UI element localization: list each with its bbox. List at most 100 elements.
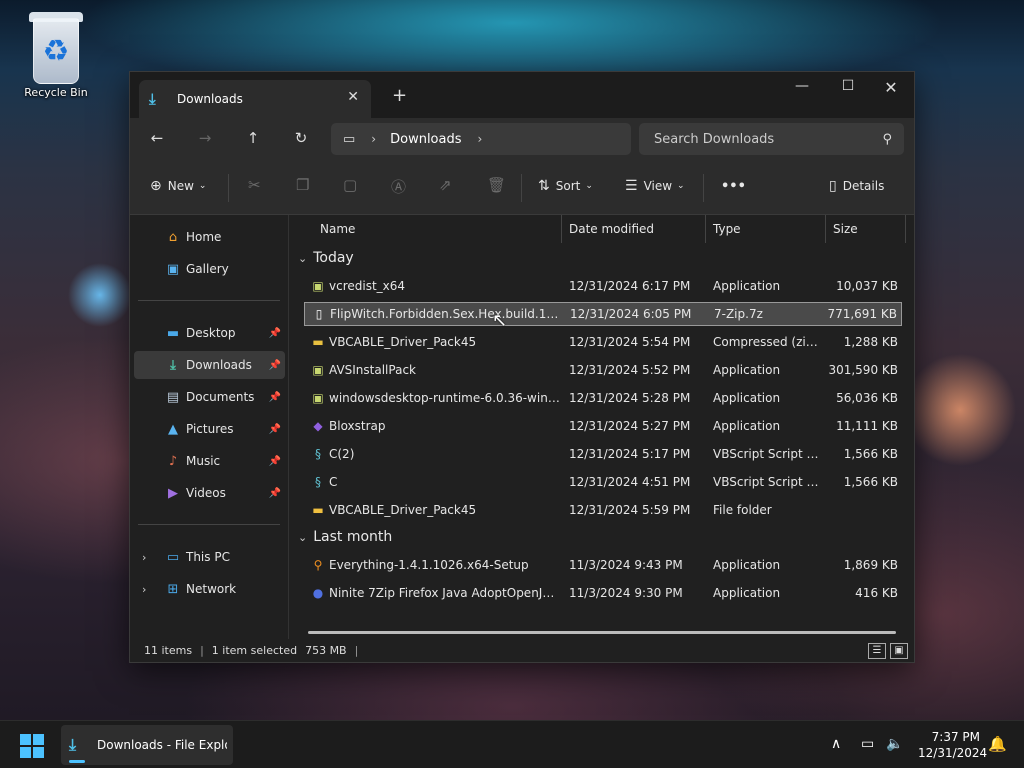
file-date: 12/31/2024 5:54 PM (569, 335, 691, 349)
tab-downloads[interactable]: ⤓ Downloads ✕ (139, 80, 371, 118)
file-row[interactable]: ⚲ Everything-1.4.1.1026.x64-Setup 11/3/202… (304, 553, 902, 577)
column-header-type[interactable]: Type (706, 215, 826, 243)
chevron-right-icon[interactable]: › (371, 132, 376, 146)
clock-date: 12/31/2024 (918, 746, 988, 760)
sidebar-item-gallery[interactable]: ▣ Gallery (134, 255, 285, 283)
new-button[interactable]: ⊕ New ⌄ (150, 178, 206, 194)
taskbar-file-explorer[interactable]: ⤓ Downloads - File Explorer (61, 725, 233, 765)
maximize-button[interactable]: ☐ (828, 78, 868, 94)
up-button[interactable]: ↑ (241, 129, 265, 147)
file-row[interactable]: ▣ windowsdesktop-runtime-6.0.36-win-x64 12… (304, 386, 902, 410)
more-options-button[interactable]: ••• (721, 179, 746, 194)
sidebar-item-label: Downloads (186, 358, 252, 372)
back-button[interactable]: ← (145, 129, 169, 147)
pin-icon[interactable]: 📌 (269, 360, 281, 371)
cut-icon[interactable]: ✂ (248, 176, 261, 194)
column-header-date[interactable]: Date modified (562, 215, 706, 243)
sidebar-item-music[interactable]: ♪ Music 📌 (134, 447, 285, 475)
chevron-right-icon[interactable]: › (142, 551, 146, 564)
sidebar-item-label: Pictures (186, 422, 234, 436)
tiles-view-icon[interactable]: ▣ (890, 643, 908, 659)
view-icon: ☰ (625, 178, 638, 194)
file-icon: ▯ (315, 307, 323, 321)
file-name: Ninite 7Zip Firefox Java AdoptOpenJDK x.… (329, 586, 561, 600)
file-row[interactable]: § C 12/31/2024 4:51 PM VBScript Script File… (304, 470, 902, 494)
file-type: 7-Zip.7z (714, 307, 763, 321)
zip-folder-icon: ▬ (312, 335, 324, 349)
chevron-right-icon[interactable]: › (142, 583, 146, 596)
network-icon: ⊞ (167, 581, 179, 597)
sort-label: Sort (555, 179, 581, 193)
file-name: FlipWitch.Forbidden.Sex.Hex.build.12776.… (330, 307, 562, 321)
taskbar-app-label: Downloads - File Explorer (97, 738, 227, 752)
network-tray-icon[interactable]: ▭ (861, 736, 874, 752)
file-row[interactable]: ▬ VBCABLE_Driver_Pack45 12/31/2024 5:59 PM… (304, 498, 902, 522)
column-header-name[interactable]: Name (320, 215, 562, 243)
view-button[interactable]: ☰ View ⌄ (625, 178, 685, 194)
new-tab-button[interactable]: + (392, 85, 407, 106)
file-date: 12/31/2024 5:27 PM (569, 419, 691, 433)
address-field[interactable]: ▭ › Downloads › (331, 123, 631, 155)
file-name: C (329, 475, 338, 489)
recycle-bin-label: Recycle Bin (24, 86, 88, 99)
share-icon[interactable]: ⇗ (439, 176, 452, 194)
home-icon: ⌂ (168, 229, 178, 245)
breadcrumb-downloads[interactable]: Downloads (390, 132, 461, 147)
group-header-last-month[interactable]: ⌄ Last month (298, 529, 392, 545)
file-row[interactable]: ▣ vcredist_x64 12/31/2024 6:17 PM Applicati… (304, 274, 902, 298)
pin-icon[interactable]: 📌 (269, 456, 281, 467)
sidebar-item-documents[interactable]: ▤ Documents 📌 (134, 383, 285, 411)
file-type: VBScript Script File (713, 447, 821, 461)
search-input[interactable]: Search Downloads ⚲ (639, 123, 904, 155)
volume-icon[interactable]: 🔈 (886, 736, 903, 752)
file-row[interactable]: ◆ Bloxstrap 12/31/2024 5:27 PM Application 1… (304, 414, 902, 438)
sidebar-item-downloads[interactable]: ⤓ Downloads 📌 (134, 351, 285, 379)
group-label: Today (313, 250, 354, 266)
sidebar-item-home[interactable]: ⌂ Home (134, 223, 285, 251)
sidebar-item-pictures[interactable]: ▲ Pictures 📌 (134, 415, 285, 443)
group-header-today[interactable]: ⌄ Today (298, 250, 354, 266)
sidebar-item-desktop[interactable]: ▬ Desktop 📌 (134, 319, 285, 347)
sidebar-item-videos[interactable]: ▶ Videos 📌 (134, 479, 285, 507)
close-button[interactable]: ✕ (871, 78, 911, 97)
pictures-icon: ▲ (168, 421, 178, 437)
file-row[interactable]: ● Ninite 7Zip Firefox Java AdoptOpenJDK x… (304, 581, 902, 605)
column-header-size[interactable]: Size (826, 215, 906, 243)
details-view-icon[interactable]: ☰ (868, 643, 886, 659)
pin-icon[interactable]: 📌 (269, 488, 281, 499)
pin-icon[interactable]: 📌 (269, 424, 281, 435)
tab-close-button[interactable]: ✕ (347, 89, 359, 105)
chevron-up-icon[interactable]: ∧ (831, 736, 841, 752)
chevron-down-icon: ⌄ (198, 181, 207, 191)
script-icon: § (315, 447, 321, 461)
copy-icon[interactable]: ❐ (296, 176, 309, 194)
file-date: 12/31/2024 5:28 PM (569, 391, 691, 405)
file-row[interactable]: § C(2) 12/31/2024 5:17 PM VBScript Script F… (304, 442, 902, 466)
details-button[interactable]: ▯ Details (829, 178, 884, 194)
file-type: File folder (713, 503, 772, 517)
sidebar-item-this-pc[interactable]: › ▭ This PC (134, 543, 285, 571)
notification-bell-icon[interactable]: 🔔 (988, 735, 1007, 753)
file-row[interactable]: ▣ AVSInstallPack 12/31/2024 5:52 PM Applica… (304, 358, 902, 382)
delete-icon[interactable]: 🗑 (487, 176, 506, 194)
file-row[interactable]: ▯ FlipWitch.Forbidden.Sex.Hex.build.12776… (304, 302, 902, 326)
sort-button[interactable]: ⇅ Sort ⌄ (538, 178, 593, 194)
command-bar: ⊕ New ⌄ ✂ ❐ ▢ Ⓐ ⇗ 🗑 ⇅ Sort ⌄ ☰ View ⌄ ••… (130, 160, 914, 215)
refresh-button[interactable]: ↻ (289, 129, 313, 147)
view-label: View (643, 179, 673, 193)
paste-icon[interactable]: ▢ (343, 176, 357, 194)
clock[interactable]: 7:37 PM 12/31/2024 (918, 729, 988, 761)
chevron-right-icon[interactable]: › (478, 132, 483, 146)
forward-button[interactable]: → (193, 129, 217, 147)
minimize-button[interactable]: — (782, 78, 822, 94)
sidebar-item-network[interactable]: › ⊞ Network (134, 575, 285, 603)
file-date: 12/31/2024 4:51 PM (569, 475, 691, 489)
start-button[interactable] (20, 734, 44, 758)
pin-icon[interactable]: 📌 (269, 392, 281, 403)
horizontal-scrollbar[interactable] (308, 631, 896, 634)
rename-icon[interactable]: Ⓐ (391, 176, 406, 197)
file-row[interactable]: ▬ VBCABLE_Driver_Pack45 12/31/2024 5:54 PM… (304, 330, 902, 354)
pin-icon[interactable]: 📌 (269, 328, 281, 339)
file-date: 12/31/2024 5:17 PM (569, 447, 691, 461)
recycle-bin[interactable]: ♻ Recycle Bin (16, 8, 96, 99)
